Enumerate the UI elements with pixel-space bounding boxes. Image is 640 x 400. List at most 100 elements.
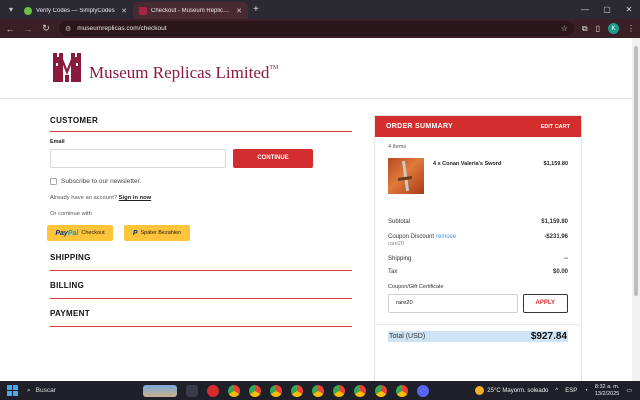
network-icon[interactable]: ◔ xyxy=(584,388,588,394)
sidebar-icon[interactable]: ▯ xyxy=(596,24,600,33)
billing-heading: BILLING xyxy=(50,281,85,290)
chrome-icon[interactable] xyxy=(270,384,282,397)
billing-section[interactable]: BILLING xyxy=(50,281,352,299)
coupon-value: -$231.96 xyxy=(544,234,568,240)
museum-replicas-favicon-icon xyxy=(139,6,147,15)
window-controls: — ▢ ✕ xyxy=(574,0,640,19)
tax-row: Tax $0.00 xyxy=(388,269,568,275)
notifications-icon[interactable]: ▭ xyxy=(626,387,632,394)
subtotal-value: $1,159.80 xyxy=(541,219,568,225)
clock-time: 8:32 a. m. xyxy=(594,383,620,390)
coupon-row: Coupon Discount remove -$231.96 xyxy=(388,234,568,240)
language-indicator[interactable]: ESP xyxy=(565,388,577,394)
newsletter-row: Subscribe to our newsletter. xyxy=(50,178,352,185)
windows-start-icon[interactable] xyxy=(5,384,19,398)
site-settings-icon[interactable]: ⚙ xyxy=(65,25,71,33)
clock[interactable]: 8:32 a. m. 13/2/2025 xyxy=(595,384,619,398)
checkout-page: Museum Replicas LimitedTM CUSTOMER Email… xyxy=(0,38,632,381)
payment-section[interactable]: PAYMENT xyxy=(50,309,352,327)
shipping-label: Shipping xyxy=(388,256,412,262)
close-tab-icon[interactable]: ✕ xyxy=(121,7,127,15)
chrome-icon[interactable] xyxy=(291,384,303,397)
weather-widget[interactable]: 25°C Mayorm. soleado xyxy=(475,386,548,395)
sun-icon xyxy=(475,386,485,395)
shipping-section[interactable]: SHIPPING xyxy=(50,253,352,271)
total-row: Total (USD) $927.84 xyxy=(388,331,568,342)
windows-taskbar: ⌕ Buscar 25°C Mayorm. soleado ^ ESP ◔ 8:… xyxy=(0,381,640,400)
extensions-icon[interactable]: ⧉ xyxy=(582,24,588,34)
profile-avatar[interactable]: K xyxy=(608,23,619,34)
chrome-icon[interactable] xyxy=(354,384,366,397)
account-prompt: Already have an account? Sign in now xyxy=(50,195,352,201)
tray-chevron-icon[interactable]: ^ xyxy=(555,388,558,394)
logo-mark-icon[interactable] xyxy=(50,51,84,84)
remove-coupon-link[interactable]: remove xyxy=(436,234,456,240)
newsletter-checkbox[interactable] xyxy=(50,178,57,185)
new-tab-icon[interactable]: + xyxy=(253,4,259,15)
total-value: $927.84 xyxy=(529,331,568,342)
coupon-code: rare20 xyxy=(388,241,404,247)
shipping-value: -- xyxy=(564,256,568,262)
menu-icon[interactable]: ⋮ xyxy=(627,24,635,33)
search-icon: ⌕ xyxy=(27,386,31,394)
chrome-icon[interactable] xyxy=(249,384,261,397)
shipping-heading: SHIPPING xyxy=(50,253,91,262)
subtotal-label: Subtotal xyxy=(388,219,411,225)
chrome-icon[interactable] xyxy=(375,384,387,397)
chrome-icon[interactable] xyxy=(312,384,324,397)
bookmark-star-icon[interactable]: ☆ xyxy=(561,24,568,33)
account-prompt-text: Already have an account? xyxy=(50,195,118,201)
maximize-icon[interactable]: ▢ xyxy=(596,0,618,19)
shipping-row: Shipping -- xyxy=(388,256,568,262)
forward-icon[interactable]: → xyxy=(23,24,33,34)
tab-title: Verify Codes — SimplyCodes xyxy=(36,7,115,14)
site-logo-text[interactable]: Museum Replicas LimitedTM xyxy=(89,63,278,83)
section-divider xyxy=(50,131,352,132)
opera-icon[interactable] xyxy=(207,384,219,397)
scrollbar-thumb[interactable] xyxy=(634,46,638,296)
chrome-icon[interactable] xyxy=(333,384,345,397)
continue-button[interactable]: CONTINUE xyxy=(233,149,313,168)
tab-checkout[interactable]: Checkout - Museum Replicas Li ✕ xyxy=(133,2,248,19)
order-summary-title: ORDER SUMMARY xyxy=(386,123,454,130)
tax-value: $0.00 xyxy=(552,269,568,275)
task-view-icon[interactable] xyxy=(186,384,198,397)
chrome-icon[interactable] xyxy=(228,384,240,397)
reload-icon[interactable]: ↻ xyxy=(41,23,51,34)
paypal-logo: PayPal xyxy=(55,229,79,237)
subtotal-row: Subtotal $1,159.80 xyxy=(388,219,568,225)
coupon-code-input[interactable]: rare20 xyxy=(388,294,518,313)
sign-in-link[interactable]: Sign in now xyxy=(119,195,152,201)
taskbar-search[interactable]: ⌕ Buscar xyxy=(27,387,127,395)
close-tab-icon[interactable]: ✕ xyxy=(236,7,242,15)
page-scrollbar[interactable] xyxy=(632,38,640,381)
newsletter-label: Subscribe to our newsletter. xyxy=(61,178,142,185)
paypal-paylater-button[interactable]: P Später Bezahlen xyxy=(124,225,190,241)
minimize-icon[interactable]: — xyxy=(574,0,596,19)
edit-cart-link[interactable]: EDIT CART xyxy=(541,124,570,130)
tab-verify-codes[interactable]: Verify Codes — SimplyCodes ✕ xyxy=(18,2,133,19)
payment-heading: PAYMENT xyxy=(50,309,90,318)
paypal-checkout-button[interactable]: PayPal Checkout xyxy=(47,225,113,241)
logo-name: Museum Replicas Limited xyxy=(89,63,270,82)
order-summary: ORDER SUMMARY EDIT CART 4 Items 4 x Cona… xyxy=(374,115,582,381)
widget-landscape-icon[interactable] xyxy=(143,384,177,397)
product-name: 4 x Conan Valeria's Sword xyxy=(433,161,502,167)
address-bar[interactable]: ⚙ museumreplicas.com/checkout ☆ xyxy=(59,21,574,36)
email-field[interactable] xyxy=(50,149,226,168)
coupon-gift-label: Coupon/Gift Certificate xyxy=(388,284,444,290)
product-price: $1,159.80 xyxy=(543,161,568,167)
chrome-icon[interactable] xyxy=(396,384,408,397)
total-divider xyxy=(375,324,581,325)
tab-search-icon[interactable]: ▾ xyxy=(4,3,18,17)
back-icon[interactable]: ← xyxy=(5,24,15,34)
apply-coupon-button[interactable]: APPLY xyxy=(522,294,568,313)
checkout-steps: CUSTOMER Email CONTINUE Subscribe to our… xyxy=(47,116,352,327)
trademark: TM xyxy=(269,65,279,71)
total-label: Total (USD) xyxy=(388,333,427,340)
browser-toolbar: ← → ↻ ⚙ museumreplicas.com/checkout ☆ ⧉ … xyxy=(0,19,640,38)
close-window-icon[interactable]: ✕ xyxy=(618,0,640,19)
discord-icon[interactable] xyxy=(417,384,429,397)
product-thumbnail xyxy=(388,158,424,194)
site-header: Museum Replicas LimitedTM xyxy=(0,38,632,99)
